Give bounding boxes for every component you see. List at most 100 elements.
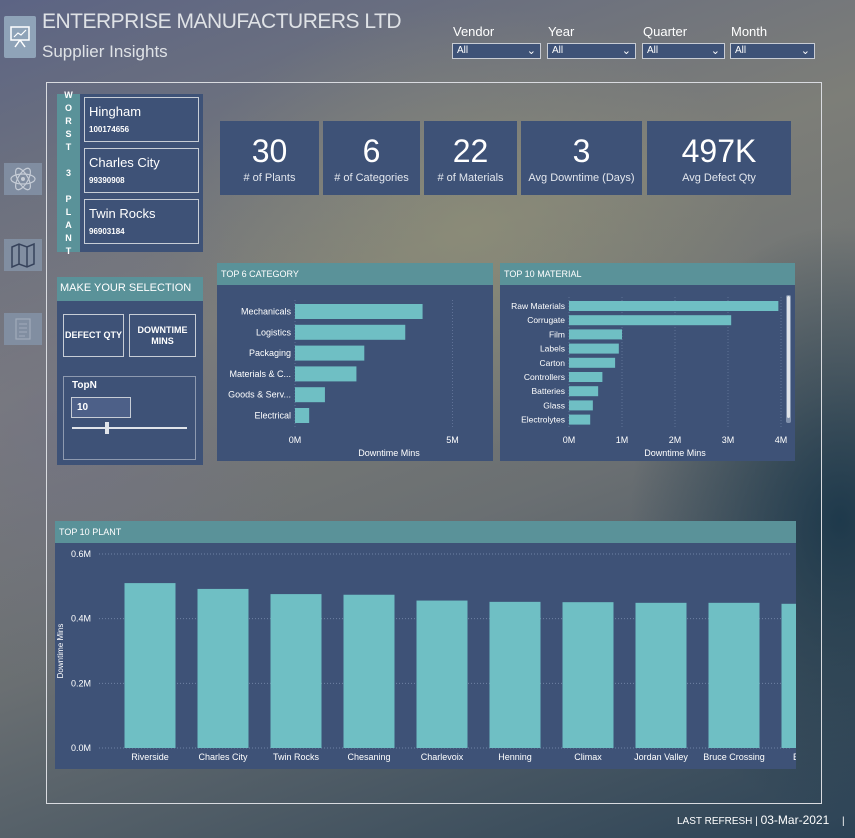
bar: [781, 603, 833, 748]
worst-plant-id: 96903184: [89, 227, 125, 236]
document-icon: [15, 318, 31, 340]
topn-input[interactable]: 10: [71, 397, 131, 418]
worst-label-char: W: [64, 89, 73, 100]
quarter-filter-select[interactable]: All ⌄: [642, 43, 725, 59]
category-label: Packaging: [249, 348, 291, 358]
kpi-label: # of Categories: [334, 172, 409, 184]
presentation-icon: [10, 26, 30, 48]
x-tick-label: 2M: [669, 435, 682, 445]
bar: [295, 387, 325, 403]
category-chart-title: TOP 6 CATEGORY: [217, 263, 493, 285]
y-tick-label: 0.6M: [71, 549, 91, 559]
category-label: Glass: [543, 400, 565, 410]
app-logo: [4, 16, 36, 58]
topn-slider-thumb[interactable]: [104, 422, 109, 434]
kpi-card-categories: 6 # of Categories: [323, 121, 420, 195]
worst-plant-card[interactable]: Charles City 99390908: [84, 148, 199, 193]
bar: [197, 588, 249, 748]
x-tick-label: Charles City: [198, 752, 248, 762]
downtime-button-label-line2: MINS: [151, 335, 174, 346]
bar: [295, 345, 365, 361]
chevron-down-icon: ⌄: [526, 45, 536, 57]
bar: [270, 594, 322, 748]
y-tick-label: 0.0M: [71, 743, 91, 753]
selection-title: MAKE YOUR SELECTION: [57, 277, 203, 301]
bar: [569, 386, 599, 397]
category-label: Film: [549, 329, 565, 339]
bar: [569, 357, 616, 368]
worst-plant-id: 99390908: [89, 176, 125, 185]
chevron-down-icon: ⌄: [710, 45, 720, 57]
category-label: Labels: [540, 344, 565, 354]
plant-chart-title: TOP 10 PLANT: [55, 521, 796, 543]
month-filter-select[interactable]: All ⌄: [730, 43, 815, 59]
year-filter-select[interactable]: All ⌄: [547, 43, 636, 59]
footer-divider: |: [755, 816, 758, 827]
footer-divider: |: [842, 816, 845, 827]
kpi-label: Avg Downtime (Days): [528, 172, 635, 184]
bar: [569, 315, 732, 326]
bar: [295, 366, 357, 382]
bar: [569, 400, 593, 411]
kpi-card-defect: 497K Avg Defect Qty: [647, 121, 791, 195]
worst-plant-card[interactable]: Twin Rocks 96903184: [84, 199, 199, 244]
bar: [708, 602, 760, 748]
side-nav-document[interactable]: [4, 313, 42, 345]
downtime-mins-button[interactable]: DOWNTIME MINS: [129, 314, 196, 357]
worst-label-char: 3: [65, 167, 71, 178]
bar: [489, 601, 541, 748]
category-label: Batteries: [531, 386, 565, 396]
quarter-filter-label: Quarter: [643, 24, 688, 39]
worst-plant-label: WORST 3 PLANT: [57, 90, 80, 256]
x-tick-label: 5M: [446, 435, 459, 445]
defect-qty-button[interactable]: DEFECT QTY: [63, 314, 124, 357]
bar: [569, 372, 603, 382]
worst-label-char: [67, 154, 70, 167]
page-title: ENTERPRISE MANUFACTURERS LTD: [42, 10, 402, 33]
category-label: Electrical: [254, 411, 291, 421]
category-label: Materials & C...: [229, 369, 291, 379]
x-tick-label: 4M: [775, 435, 788, 445]
kpi-card-plants: 30 # of Plants: [220, 121, 319, 195]
worst-plant-card[interactable]: Hingham 100174656: [84, 97, 199, 142]
scrollbar-thumb: [787, 296, 790, 418]
x-tick-label: Charlevoix: [421, 752, 464, 762]
atom-icon: [10, 167, 36, 191]
category-label: Carton: [539, 358, 565, 368]
worst-plant-id: 100174656: [89, 125, 130, 134]
category-chart-panel: 0M 5M Mechanicals Logistics Packaging Materia…: [217, 285, 493, 461]
last-refresh: LAST REFRESH | 03-Mar-2021 |: [677, 813, 845, 827]
side-nav-atom[interactable]: [4, 163, 42, 195]
category-label: Raw Materials: [511, 301, 565, 311]
category-chart: 0M 5M Mechanicals Logistics Packaging Materia…: [228, 300, 459, 458]
last-refresh-label: LAST REFRESH: [677, 816, 753, 827]
x-tick-label: 1M: [616, 435, 629, 445]
bar: [416, 600, 468, 748]
kpi-value: 22: [452, 133, 489, 169]
bar: [562, 602, 614, 748]
month-filter-label: Month: [731, 24, 768, 39]
kpi-value: 497K: [681, 133, 757, 169]
worst-label-char: T: [65, 141, 72, 152]
bar: [635, 602, 687, 748]
category-label: Mechanicals: [241, 307, 292, 317]
kpi-value: 3: [572, 133, 591, 169]
category-label: Corrugate: [527, 315, 565, 325]
bar: [295, 408, 310, 423]
vendor-filter-select[interactable]: All ⌄: [452, 43, 541, 59]
worst-label-char: S: [65, 128, 72, 139]
year-filter-value: All: [552, 45, 564, 56]
bar: [343, 594, 395, 748]
worst-label-char: P: [65, 193, 72, 204]
worst-label-char: T: [65, 245, 72, 256]
topn-slider-track[interactable]: [72, 427, 187, 429]
side-nav-map[interactable]: [4, 239, 42, 271]
category-label: Logistics: [256, 327, 292, 337]
last-refresh-date: 03-Mar-2021: [760, 813, 830, 827]
worst-label-char: [67, 180, 70, 193]
category-label: Goods & Serv...: [228, 390, 291, 400]
plant-chart: 0.0M 0.2M 0.4M 0.6M Riverside Charles City Twi…: [56, 549, 833, 762]
kpi-value: 30: [251, 133, 288, 169]
x-axis-label: Downtime Mins: [358, 448, 420, 458]
category-label: Controllers: [524, 372, 565, 382]
